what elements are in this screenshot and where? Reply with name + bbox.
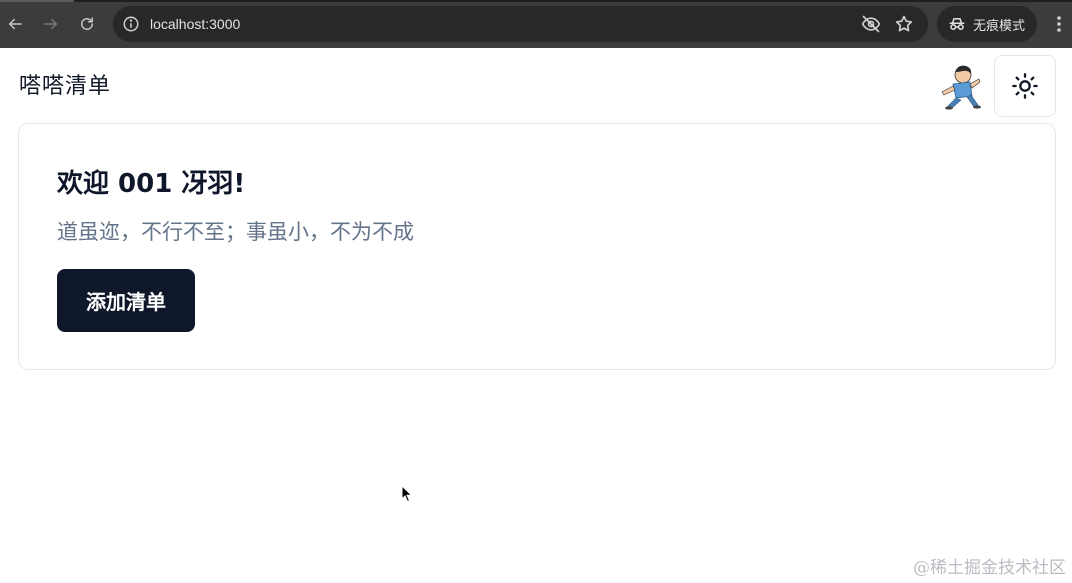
motto-text: 道虽迩，不行不至；事虽小，不为不成	[57, 220, 414, 244]
forward-button[interactable]	[37, 10, 65, 38]
sun-icon	[1012, 73, 1038, 99]
active-tab[interactable]	[0, 0, 74, 2]
eye-off-icon[interactable]	[861, 14, 881, 34]
back-button[interactable]	[1, 10, 29, 38]
mouse-cursor-icon	[401, 485, 413, 503]
star-icon[interactable]	[894, 14, 914, 34]
info-icon[interactable]	[122, 15, 140, 33]
url-text[interactable]: localhost:3000	[150, 15, 240, 33]
arrow-right-icon	[44, 18, 57, 30]
theme-toggle-button[interactable]	[994, 55, 1056, 117]
incognito-label: 无痕模式	[973, 18, 1026, 34]
welcome-card: 欢迎 001 冴羽! 道虽迩，不行不至；事虽小，不为不成 添加清单	[18, 123, 1056, 370]
address-bar[interactable]: localhost:3000	[113, 6, 928, 42]
browser-toolbar: localhost:3000 无痕模式	[0, 0, 1072, 48]
avatar[interactable]	[936, 62, 982, 110]
welcome-heading: 欢迎 001 冴羽!	[57, 169, 246, 199]
watermark: @稀土掘金技术社区	[913, 558, 1066, 578]
reload-button[interactable]	[73, 10, 101, 38]
more-vertical-icon[interactable]	[1050, 12, 1068, 36]
incognito-icon	[949, 18, 965, 30]
add-list-button[interactable]: 添加清单	[57, 269, 195, 332]
incognito-indicator[interactable]: 无痕模式	[937, 6, 1037, 42]
tab-strip	[0, 0, 1072, 2]
arrow-left-icon	[9, 18, 22, 30]
reload-icon	[81, 17, 93, 30]
app-title[interactable]: 嗒嗒清单	[19, 72, 111, 102]
